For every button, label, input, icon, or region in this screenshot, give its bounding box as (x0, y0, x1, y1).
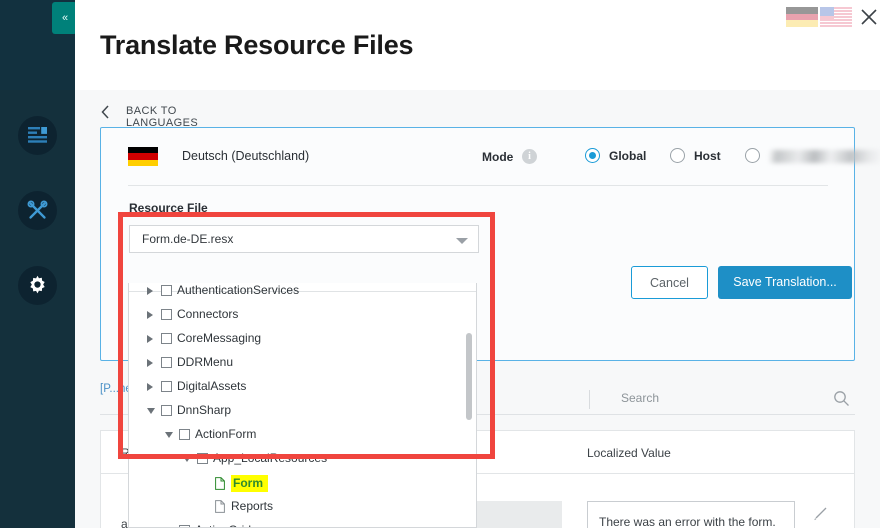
sidebar-item-content[interactable] (18, 116, 57, 155)
save-translation-button[interactable]: Save Translation... (718, 266, 852, 299)
tree-node[interactable]: Reports (129, 497, 476, 516)
tree-node-label: App_LocalResources (213, 451, 328, 465)
chevron-down-icon[interactable] (147, 408, 155, 414)
tree-node-label: CoreMessaging (177, 331, 262, 345)
language-row: Deutsch (Deutschland) Mode i Global Host (101, 128, 880, 185)
tree-node[interactable]: AuthenticationServices (129, 283, 476, 300)
radio-label: Global (609, 149, 647, 163)
tree-node-label: ActionForm (195, 427, 257, 441)
back-link-label: BACK TO LANGUAGES (126, 105, 199, 129)
tree-node[interactable]: Form (129, 473, 476, 492)
chevron-right-icon[interactable] (147, 383, 153, 391)
checkbox[interactable] (179, 429, 190, 440)
tree-node[interactable]: ActionForm (129, 425, 476, 444)
tree-node-label: DnnSharp (177, 403, 232, 417)
tree-node-label: Reports (231, 499, 274, 513)
close-icon[interactable] (858, 6, 880, 28)
chevron-right-icon[interactable] (147, 311, 153, 319)
flag-de-icon (128, 147, 158, 166)
chevron-right-icon[interactable] (147, 287, 153, 295)
resource-file-tree-dropdown[interactable]: AuthenticationServices Connectors CoreMess… (128, 283, 477, 528)
tree-node[interactable]: DDRMenu (129, 353, 476, 372)
edit-icon[interactable] (813, 505, 829, 521)
chevron-down-icon[interactable] (183, 456, 191, 462)
tree-node[interactable]: App_LocalResources (129, 449, 476, 468)
localized-value-text: There was an error with the form. (599, 515, 776, 528)
resource-file-label: Resource File (129, 201, 208, 215)
resource-file-value: Form.de-DE.resx (142, 232, 234, 246)
tree-node-label: AuthenticationServices (177, 283, 300, 297)
flag-us-icon[interactable] (820, 7, 852, 27)
pending-filter-link[interactable]: [P...ne (100, 383, 132, 395)
tree-node[interactable]: Connectors (129, 305, 476, 324)
mode-label: Mode (482, 150, 514, 164)
tree-scrollbar[interactable] (466, 333, 472, 420)
checkbox[interactable] (161, 309, 172, 320)
cancel-button[interactable]: Cancel (631, 266, 708, 299)
chevron-down-icon[interactable] (165, 432, 173, 438)
search-input[interactable]: Search (607, 386, 855, 412)
sidebar-item-settings[interactable] (18, 266, 57, 305)
localized-value-input[interactable]: There was an error with the form. (587, 501, 795, 528)
left-sidebar: « (0, 0, 77, 528)
tree-node-label: Form (231, 475, 268, 492)
resource-file-select[interactable]: Form.de-DE.resx (129, 225, 479, 253)
checkbox[interactable] (161, 285, 172, 296)
checkbox[interactable] (161, 333, 172, 344)
search-icon[interactable] (833, 390, 850, 407)
page-title: Translate Resource Files (100, 30, 414, 60)
page-header: Translate Resource Files (75, 0, 880, 90)
sidebar-item-tools[interactable] (18, 191, 57, 230)
checkbox[interactable] (197, 453, 208, 464)
chevron-right-icon[interactable] (147, 359, 153, 367)
tree-node-label: DigitalAssets (177, 379, 247, 393)
radio-indicator (585, 148, 600, 163)
flag-de-icon[interactable] (786, 7, 818, 27)
language-name: Deutsch (Deutschland) (182, 149, 310, 163)
app-root: « Translate Resource Files BACK TO LANGU… (0, 0, 880, 528)
tree-node-label: DDRMenu (177, 355, 234, 369)
radio-indicator (745, 148, 760, 163)
column-header-localized-value: Localized Value (587, 446, 671, 460)
tree-node[interactable]: DigitalAssets (129, 377, 476, 396)
sidebar-collapse-button[interactable]: « (52, 2, 77, 34)
tree-node-label: ActionGrid (195, 523, 251, 527)
divider (589, 390, 590, 409)
file-icon (215, 477, 225, 490)
tree-node[interactable]: ActionGrid (129, 521, 476, 527)
checkbox[interactable] (161, 357, 172, 368)
info-icon[interactable]: i (522, 149, 537, 164)
search-placeholder: Search (621, 391, 660, 405)
chevron-left-icon (100, 104, 112, 120)
chevron-right-icon[interactable] (147, 335, 153, 343)
checkbox[interactable] (161, 381, 172, 392)
radio-label-redacted (769, 150, 880, 163)
checkbox[interactable] (161, 405, 172, 416)
radio-label: Host (694, 149, 721, 163)
divider (128, 185, 828, 186)
tree-node-label: Connectors (177, 307, 239, 321)
tree-node[interactable]: DnnSharp (129, 401, 476, 420)
radio-indicator (670, 148, 685, 163)
chevron-down-icon (456, 238, 468, 244)
tree-node[interactable]: CoreMessaging (129, 329, 476, 348)
file-icon (215, 500, 225, 513)
